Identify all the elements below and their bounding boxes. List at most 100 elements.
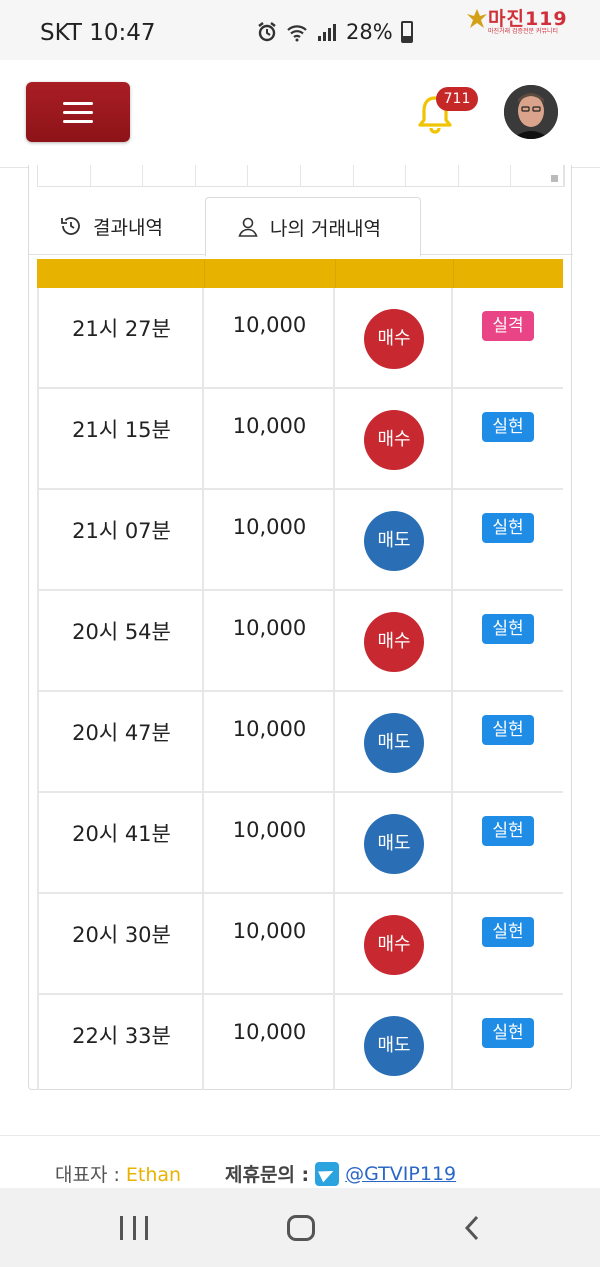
trade-amount: 10,000: [232, 414, 307, 438]
app-header: 711: [0, 60, 600, 168]
trade-side-badge: 매도: [364, 1016, 424, 1076]
trade-side-badge: 매수: [364, 612, 424, 672]
time-cell: 20시 54분: [37, 591, 204, 692]
trade-result-badge: 실현: [482, 816, 534, 846]
trade-side-badge: 매도: [364, 713, 424, 773]
rep-label: 대표자 :: [55, 1164, 126, 1186]
amount-cell: 10,000: [204, 288, 335, 389]
trade-result-badge: 실현: [482, 715, 534, 745]
table-row: 20시 47분 10,000 매도 실현: [37, 692, 563, 793]
trade-result-badge: 실현: [482, 1018, 534, 1048]
battery-percent: 28%: [346, 20, 393, 44]
table-row: 21시 27분 10,000 매수 실격: [37, 288, 563, 389]
trade-result-badge: 실격: [482, 311, 534, 341]
table-row: 22시 33분 10,000 매도 실현: [37, 995, 563, 1090]
recent-apps-icon[interactable]: [120, 1216, 148, 1240]
trade-table: 21시 27분 10,000 매수 실격 21시 15분 10,000 매수 실현 21시 07…: [37, 259, 563, 1090]
watermark-logo: 마진119 마진거래 검증전문 커뮤니티: [466, 4, 594, 36]
trade-amount: 10,000: [232, 919, 307, 943]
menu-icon: [63, 101, 93, 105]
wings-emblem-icon: [467, 9, 487, 28]
alarm-icon: [258, 22, 276, 42]
battery-icon: [400, 21, 413, 43]
status-bar: SKT 10:47 28% 마진119 마진거래 검증전문 커뮤니티: [0, 0, 600, 60]
signal-icon: [318, 24, 336, 41]
result-cell: 실현: [453, 389, 563, 490]
side-cell: 매수: [335, 389, 453, 490]
tab-my-trades-label: 나의 거래내역: [270, 217, 381, 240]
time-cell: 21시 07분: [37, 490, 204, 591]
watermark-subtitle: 마진거래 검증전문 커뮤니티: [488, 28, 559, 35]
result-cell: 실현: [453, 591, 563, 692]
avatar[interactable]: [504, 85, 558, 139]
user-icon: [238, 217, 258, 237]
trade-result-badge: 실현: [482, 917, 534, 947]
history-icon: [61, 217, 80, 235]
trade-side-badge: 매도: [364, 814, 424, 874]
result-cell: 실현: [453, 995, 563, 1090]
trade-time: 20시 30분: [72, 923, 171, 947]
trade-result-badge: 실현: [482, 614, 534, 644]
amount-cell: 10,000: [204, 995, 335, 1090]
footer-representative: 대표자 : Ethan: [55, 1160, 181, 1187]
tab-results[interactable]: 결과내역: [59, 197, 163, 255]
tab-results-label: 결과내역: [93, 216, 163, 239]
trade-result-badge: 실현: [482, 412, 534, 442]
avatar-image: [504, 85, 558, 139]
system-nav-bar: [0, 1188, 600, 1267]
side-cell: 매도: [335, 995, 453, 1090]
result-cell: 실현: [453, 793, 563, 894]
side-cell: 매수: [335, 591, 453, 692]
table-row: 20시 30분 10,000 매수 실현: [37, 894, 563, 995]
trade-side-badge: 매수: [364, 309, 424, 369]
amount-cell: 10,000: [204, 894, 335, 995]
notification-count-badge: 711: [436, 87, 478, 111]
back-icon[interactable]: [462, 1214, 482, 1242]
side-cell: 매도: [335, 793, 453, 894]
trade-amount: 10,000: [232, 717, 307, 741]
trade-time: 21시 27분: [72, 317, 171, 341]
carrier-time: SKT 10:47: [40, 20, 156, 46]
trade-time: 21시 07분: [72, 519, 171, 543]
time-cell: 22시 33분: [37, 995, 204, 1090]
table-row: 20시 41분 10,000 매도 실현: [37, 793, 563, 894]
trade-time: 20시 54분: [72, 620, 171, 644]
trade-time: 22시 33분: [72, 1024, 171, 1048]
trade-time: 20시 41분: [72, 822, 171, 846]
menu-button[interactable]: [26, 82, 130, 142]
result-cell: 실현: [453, 894, 563, 995]
time-cell: 20시 30분: [37, 894, 204, 995]
home-icon[interactable]: [287, 1215, 315, 1241]
trade-amount: 10,000: [232, 1020, 307, 1044]
time-cell: 21시 27분: [37, 288, 204, 389]
side-cell: 매도: [335, 490, 453, 591]
side-cell: 매도: [335, 692, 453, 793]
result-cell: 실현: [453, 692, 563, 793]
tab-bar: 결과내역 나의 거래내역: [29, 197, 573, 257]
trade-amount: 10,000: [232, 818, 307, 842]
table-row: 20시 54분 10,000 매수 실현: [37, 591, 563, 692]
trade-side-badge: 매수: [364, 410, 424, 470]
trade-time: 21시 15분: [72, 418, 171, 442]
wifi-icon: [287, 25, 307, 42]
amount-cell: 10,000: [204, 591, 335, 692]
time-cell: 20시 47분: [37, 692, 204, 793]
side-cell: 매수: [335, 894, 453, 995]
result-cell: 실격: [453, 288, 563, 389]
result-cell: 실현: [453, 490, 563, 591]
amount-cell: 10,000: [204, 793, 335, 894]
telegram-icon: [315, 1161, 340, 1186]
table-top-remnant: [37, 165, 565, 187]
telegram-handle-link[interactable]: @GTVIP119: [345, 1163, 456, 1185]
trade-history-card: 결과내역 나의 거래내역 21시 27분 10,000 매수 실격 21시 15분 10,…: [28, 165, 573, 1090]
amount-cell: 10,000: [204, 692, 335, 793]
trade-amount: 10,000: [232, 313, 307, 337]
trade-time: 20시 47분: [72, 721, 171, 745]
tab-my-trades[interactable]: 나의 거래내역: [205, 197, 421, 257]
trade-amount: 10,000: [232, 515, 307, 539]
amount-cell: 10,000: [204, 389, 335, 490]
rep-name: Ethan: [125, 1164, 182, 1186]
trade-result-badge: 실현: [482, 513, 534, 543]
footer-contact: 제휴문의 : @GTVIP119: [225, 1160, 456, 1187]
table-header-bar: [37, 259, 563, 288]
